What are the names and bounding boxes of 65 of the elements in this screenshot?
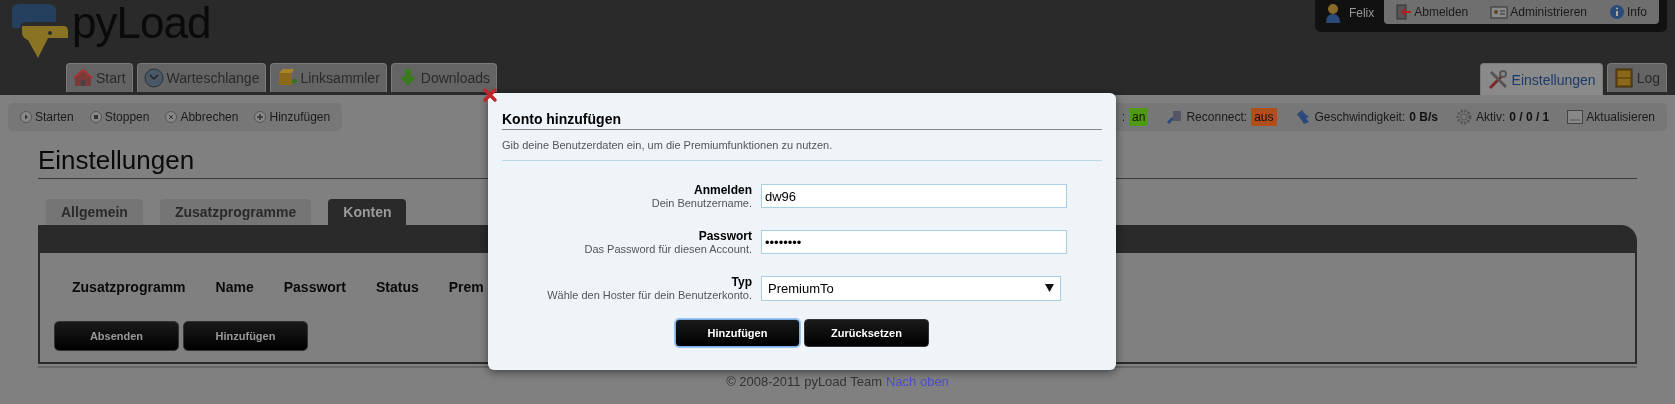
- status-label: :: [1121, 110, 1126, 124]
- tools-icon: [1486, 68, 1509, 91]
- refresh-button[interactable]: Aktualisieren: [1567, 110, 1655, 124]
- nav-tab[interactable]: Einstellungen: [1479, 63, 1603, 95]
- copyright-text: © 2008-2011 pyLoad Team: [726, 374, 882, 389]
- package-icon: [277, 68, 298, 88]
- nav-tab[interactable]: Linksammler: [270, 63, 387, 92]
- speed-value: 0 B/s: [1409, 110, 1438, 124]
- column-header: Zusatzprogramm: [72, 279, 186, 297]
- logout-door-icon: [1396, 4, 1413, 20]
- nav-tab[interactable]: Downloads: [390, 63, 498, 92]
- dialog-button[interactable]: Hinzufügen: [675, 319, 800, 347]
- settings-tab[interactable]: Konten: [328, 199, 407, 225]
- input-field[interactable]: ••••••••: [761, 230, 1067, 254]
- field-hint: Dein Benutzername.: [651, 197, 752, 209]
- cancel-icon: [165, 111, 178, 123]
- toolbar-action[interactable]: Starten: [20, 110, 74, 124]
- id-card-icon: [1490, 5, 1509, 19]
- speed-label: Geschwindigkeit:: [1314, 110, 1406, 124]
- toolbar-action[interactable]: Abbrechen: [165, 110, 239, 124]
- input-field[interactable]: dw96: [761, 184, 1067, 208]
- field-hint: Das Password für diesen Account.: [584, 243, 752, 255]
- toolbar-action[interactable]: Stoppen: [89, 110, 150, 124]
- caret-icon: [1045, 284, 1054, 292]
- hoster-select[interactable]: PremiumTo: [761, 275, 1061, 301]
- column-header: Prem: [448, 279, 484, 297]
- column-header: Passwort: [283, 279, 346, 297]
- column-header: Status: [375, 279, 419, 297]
- panel-button[interactable]: Hinzufügen: [183, 321, 308, 351]
- dialog-description: Gib deine Benutzerdaten ein, um die Premiumfunktionen zu nutzen.: [502, 130, 1102, 161]
- active-value: 0 / 0 / 1: [1509, 110, 1550, 124]
- play-icon: [20, 111, 32, 123]
- cabinet-icon: [1613, 68, 1634, 88]
- user-link[interactable]: Info: [1609, 4, 1647, 20]
- clock-icon: [143, 68, 164, 88]
- status-label: Reconnect:: [1186, 110, 1248, 124]
- field-label: Anmelden: [694, 183, 752, 197]
- toolbar-action[interactable]: Hinzufügen: [254, 110, 331, 124]
- panel-button[interactable]: Absenden: [54, 321, 179, 351]
- field-label: Typ: [731, 275, 752, 289]
- window-icon: [1567, 110, 1584, 124]
- download-icon: [397, 68, 418, 88]
- plus-icon: [254, 111, 267, 123]
- user-icon: [1324, 3, 1341, 23]
- active-label: Aktiv:: [1475, 110, 1506, 124]
- dialog-button[interactable]: Zurücksetzen: [804, 319, 929, 347]
- gear-icon: [1455, 109, 1472, 125]
- nav-tab[interactable]: Log: [1606, 63, 1667, 92]
- user-name: Felix: [1348, 5, 1375, 22]
- close-icon[interactable]: [482, 87, 498, 103]
- settings-tab[interactable]: Zusatzprogramme: [159, 199, 312, 225]
- field-label: Passwort: [698, 229, 752, 243]
- user-link[interactable]: Administrieren: [1490, 5, 1587, 19]
- house-icon: [73, 68, 93, 88]
- field-hint: Wähle den Hoster für dein Benutzerkonto.: [547, 289, 752, 301]
- stop-icon: [89, 111, 102, 123]
- nav-tab[interactable]: Warteschlange: [136, 63, 267, 92]
- user-link[interactable]: Abmelden: [1396, 4, 1469, 20]
- nav-tab[interactable]: Start: [66, 63, 133, 92]
- dialog-title: Konto hinzufügen: [502, 111, 1102, 130]
- info-icon: [1609, 4, 1625, 20]
- column-header: Name: [215, 279, 254, 297]
- status-badge[interactable]: aus: [1251, 108, 1277, 126]
- status-badge[interactable]: an: [1129, 108, 1149, 126]
- settings-tab[interactable]: Allgemein: [46, 199, 143, 225]
